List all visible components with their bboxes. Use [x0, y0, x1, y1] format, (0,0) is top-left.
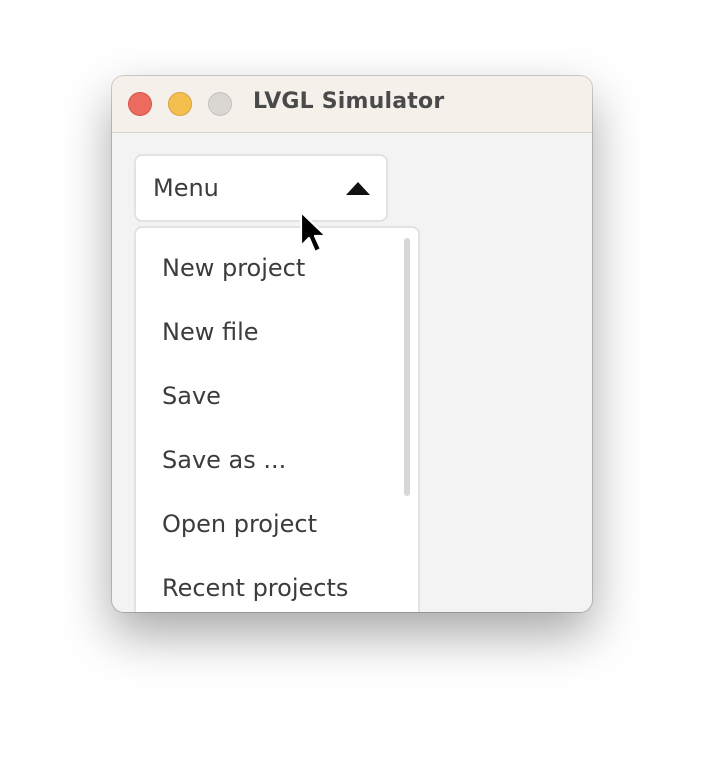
menu-item-open-project[interactable]: Open project	[162, 510, 317, 538]
app-window: LVGL Simulator Menu New project New file…	[112, 76, 592, 612]
caret-up-icon	[346, 182, 370, 195]
maximize-window-button[interactable]	[208, 92, 232, 116]
menu-dropdown[interactable]: Menu	[134, 154, 388, 222]
window-title: LVGL Simulator	[253, 89, 445, 114]
menu-item-new-file[interactable]: New file	[162, 318, 259, 346]
minimize-window-button[interactable]	[168, 92, 192, 116]
close-window-button[interactable]	[128, 92, 152, 116]
dropdown-label: Menu	[153, 174, 219, 202]
menu-item-save[interactable]: Save	[162, 382, 221, 410]
mouse-cursor-icon	[299, 210, 328, 254]
menu-item-new-project[interactable]: New project	[162, 254, 305, 282]
app-content: Menu New project New file Save Save as .…	[112, 133, 592, 612]
list-scrollbar[interactable]	[404, 238, 410, 496]
title-bar[interactable]: LVGL Simulator	[112, 76, 592, 133]
dropdown-list[interactable]: New project New file Save Save as ... Op…	[134, 226, 420, 612]
menu-item-save-as[interactable]: Save as ...	[162, 446, 286, 474]
menu-item-recent-projects[interactable]: Recent projects	[162, 574, 348, 602]
